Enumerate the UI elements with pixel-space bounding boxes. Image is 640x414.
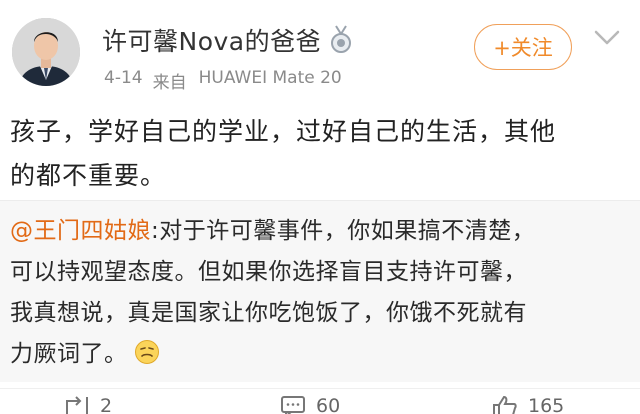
repost-count: 2 (100, 395, 113, 414)
comment-icon (281, 396, 305, 414)
repost-line: 我真想说，真是国家让你吃饱饭了，你饿不死就有 (10, 300, 527, 326)
comment-count: 60 (316, 395, 341, 414)
post-text-line: 的都不重要。 (10, 161, 167, 190)
comment-action[interactable]: 60 (280, 395, 340, 414)
post-header: 许可馨Nova的爸爸 4-14 来自 HUAWEI Mate 20 +关注 (0, 0, 640, 110)
post-date: 4-14 (104, 68, 143, 88)
source-prefix: 来自 (152, 73, 187, 93)
follow-button[interactable]: +关注 (474, 24, 572, 70)
repost-action[interactable]: 2 (64, 395, 112, 414)
post-text: 孩子，学好自己的学业，过好自己的生活，其他 的都不重要。 (10, 110, 630, 198)
repost-line: :对于许可馨事件，你如果搞不清楚， (151, 218, 536, 244)
repost-icon (66, 396, 88, 414)
author-row: 许可馨Nova的爸爸 (102, 22, 353, 58)
like-action[interactable]: 165 (492, 395, 564, 414)
mention-link[interactable]: @王门四姑娘 (10, 218, 151, 244)
post-text-line: 孩子，学好自己的学业，过好自己的生活，其他 (10, 117, 557, 146)
avatar[interactable] (12, 18, 80, 86)
device-name[interactable]: HUAWEI Mate 20 (199, 68, 342, 93)
repost-line: 力厥词了。 (10, 341, 128, 367)
reposted-content[interactable]: @王门四姑娘:对于许可馨事件，你如果搞不清楚， 可以持观望态度。但如果你选择盲目… (0, 200, 640, 382)
medal-badge-icon (329, 25, 353, 55)
emoji-face-icon (134, 338, 160, 364)
action-bar: 2 60 165 (0, 388, 640, 414)
like-icon (493, 395, 517, 414)
repost-text: @王门四姑娘:对于许可馨事件，你如果搞不清楚， 可以持观望态度。但如果你选择盲目… (10, 211, 630, 375)
like-count: 165 (528, 395, 565, 414)
post-meta: 4-14 来自 HUAWEI Mate 20 (104, 68, 342, 93)
repost-line: 可以持观望态度。但如果你选择盲目支持许可馨， (10, 259, 527, 285)
author-name[interactable]: 许可馨Nova的爸爸 (102, 22, 321, 58)
chevron-down-icon[interactable] (592, 26, 622, 50)
